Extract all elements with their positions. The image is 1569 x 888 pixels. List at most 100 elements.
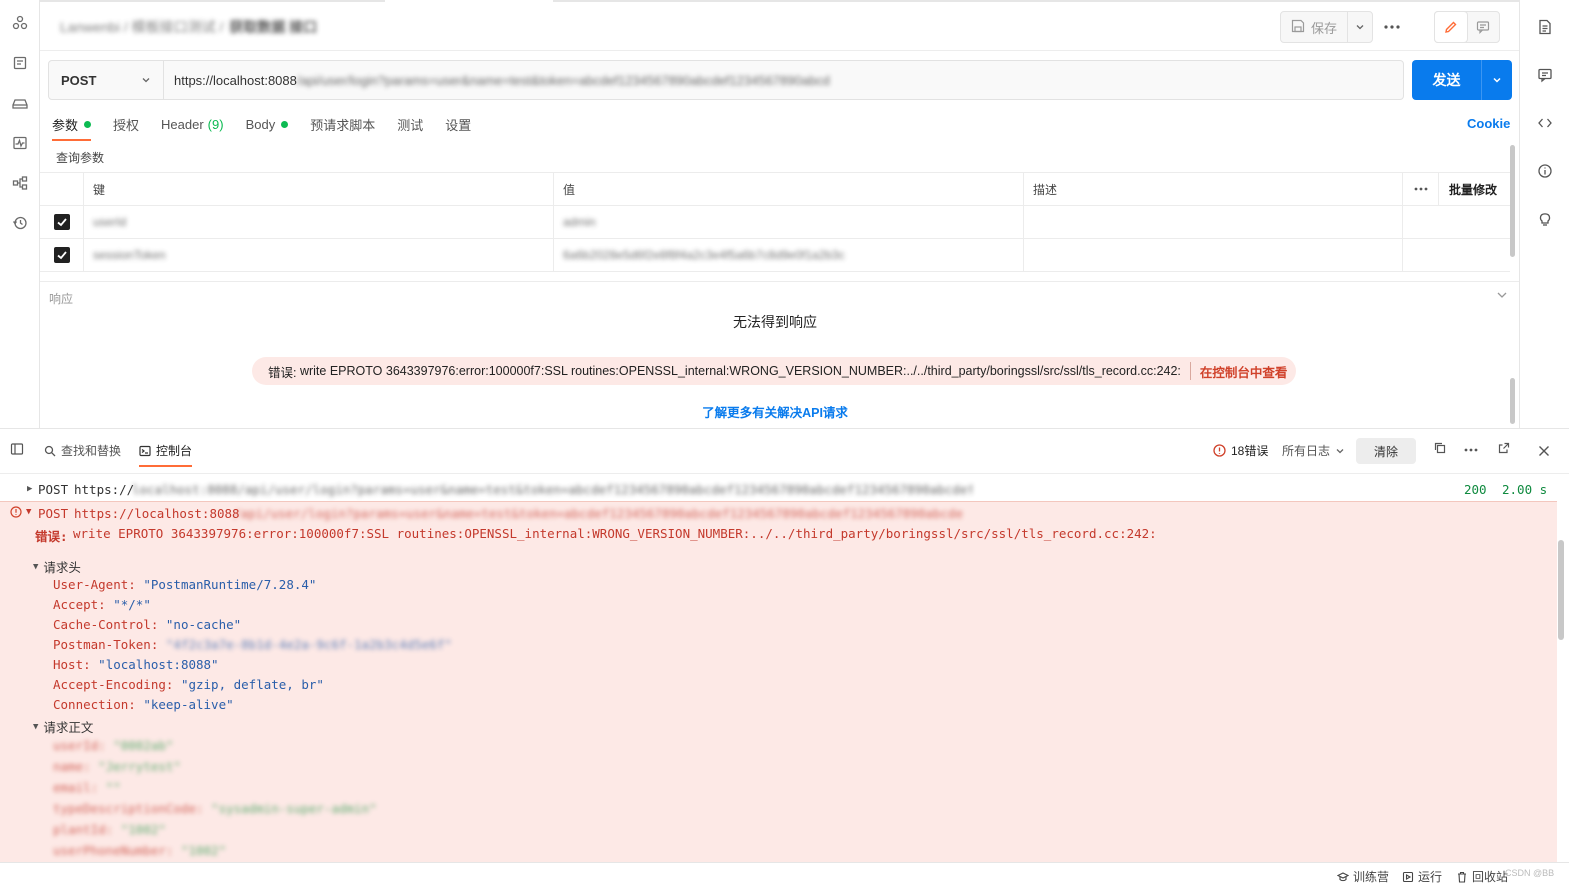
expand-arrow-icon[interactable]: ▶ xyxy=(27,484,32,494)
table-row: sessionToken 6a6b2028e5d6f2e8f8f4a2c3e4f… xyxy=(40,239,1510,272)
url-input[interactable]: https://localhost:8088/api/user/login?pa… xyxy=(164,61,1403,99)
more-options-button[interactable] xyxy=(1380,17,1404,37)
console-scrollbar[interactable] xyxy=(1558,540,1564,640)
breadcrumb: Lanwenbi / 模板接口测试 / 获取数据 接口 xyxy=(60,17,317,37)
chevron-down-icon xyxy=(142,78,150,83)
param-description-cell[interactable] xyxy=(1024,239,1403,271)
tab-params-label: 参数 xyxy=(52,117,79,133)
pencil-icon xyxy=(1445,21,1457,33)
runner-button[interactable]: 运行 xyxy=(1402,868,1442,885)
save-button-group: 保存 xyxy=(1280,11,1374,43)
body-line: name: "Jerrytest" xyxy=(53,759,181,774)
apis-icon[interactable] xyxy=(10,53,30,73)
log-method: POST xyxy=(38,506,69,521)
request-tabs: 参数 授权 Header (9) Body 预请求脚本 测试 设置 xyxy=(52,114,471,141)
cookies-link[interactable]: Cookie xyxy=(1467,116,1510,131)
request-name[interactable]: 获取数据 接口 xyxy=(229,19,317,35)
copy-button[interactable] xyxy=(1434,442,1446,454)
tab-headers[interactable]: Header (9) xyxy=(161,114,224,134)
tab-settings[interactable]: 设置 xyxy=(445,114,471,134)
param-key: sessionToken xyxy=(93,248,166,262)
ellipsis-icon xyxy=(1414,187,1427,191)
breadcrumb-path[interactable]: Lanwenbi / 模板接口测试 / xyxy=(60,19,223,35)
param-value: 6a6b2028e5d6f2e8f8f4a2c3e4f5a6b7c8d9e0f1… xyxy=(563,248,845,262)
comments-icon[interactable] xyxy=(1535,65,1555,85)
params-header-row: 键 值 描述 批量修改 xyxy=(40,172,1510,206)
find-replace-tab[interactable]: 查找和替换 xyxy=(44,442,121,459)
console-tab[interactable]: 控制台 xyxy=(139,442,193,467)
learn-more-link[interactable]: 了解更多有关解决API请求 xyxy=(40,402,1510,421)
copy-icon xyxy=(1434,442,1446,454)
console-log: ▶ POST https:// localhost:8088/api/user/… xyxy=(0,475,1557,863)
tab-headers-label: Header xyxy=(161,116,204,132)
close-console-button[interactable] xyxy=(1538,445,1550,457)
column-key: 键 xyxy=(84,173,554,205)
response-scrollbar[interactable] xyxy=(1510,378,1515,424)
method-select[interactable]: POST xyxy=(49,61,164,99)
body-line: plantId: "1002" xyxy=(53,822,166,837)
bootcamp-icon xyxy=(1337,871,1349,881)
console-toolbar: 查找和替换 控制台 18错误 所有日志 清除 xyxy=(0,428,1569,474)
error-icon xyxy=(10,506,22,521)
error-count-badge[interactable]: 18错误 xyxy=(1213,442,1268,459)
request-header: Lanwenbi / 模板接口测试 / 获取数据 接口 保存 xyxy=(40,3,1519,51)
view-in-console-link[interactable]: 在控制台中查看 xyxy=(1200,362,1288,381)
log-entry[interactable]: ▶ POST https:// localhost:8088/api/user/… xyxy=(0,477,1557,501)
toggle-sidebar-button[interactable] xyxy=(10,442,24,456)
status-bar: 训练营 运行 回收站 CSDN @BB xyxy=(0,862,1569,888)
tab-prerequest-script[interactable]: 预请求脚本 xyxy=(310,114,375,134)
column-options-button[interactable] xyxy=(1403,173,1439,205)
save-label: 保存 xyxy=(1311,20,1338,36)
clear-console-button[interactable]: 清除 xyxy=(1356,438,1416,464)
save-options-button[interactable] xyxy=(1348,12,1372,42)
comment-mode-button[interactable] xyxy=(1467,12,1499,42)
tab-auth[interactable]: 授权 xyxy=(113,114,139,134)
flows-icon[interactable] xyxy=(10,173,30,193)
bootcamp-button[interactable]: 训练营 xyxy=(1337,868,1389,885)
method-label: POST xyxy=(61,72,97,88)
param-value-cell[interactable]: admin xyxy=(554,206,1024,238)
tab-params[interactable]: 参数 xyxy=(52,114,92,141)
params-scrollbar[interactable] xyxy=(1510,145,1515,257)
save-button[interactable]: 保存 xyxy=(1281,12,1349,42)
history-icon[interactable] xyxy=(10,213,30,233)
monitors-icon[interactable] xyxy=(10,133,30,153)
response-heading: 响应 xyxy=(49,292,74,306)
tab-body[interactable]: Body xyxy=(246,114,289,134)
pop-out-button[interactable] xyxy=(1498,442,1510,454)
checkmark-icon xyxy=(56,218,67,227)
edit-mode-button[interactable] xyxy=(1435,12,1467,42)
params-table: 键 值 描述 批量修改 userId admin sessionToken 6a… xyxy=(40,172,1510,272)
info-icon[interactable] xyxy=(1535,161,1555,181)
chevron-down-icon xyxy=(1336,448,1344,453)
row-checkbox[interactable] xyxy=(53,214,70,230)
lightbulb-icon[interactable] xyxy=(1535,209,1555,229)
console-more-button[interactable] xyxy=(1464,448,1478,452)
param-key-cell[interactable]: userId xyxy=(84,206,554,238)
tab-tests[interactable]: 测试 xyxy=(397,114,423,134)
trash-label: 回收站 xyxy=(1472,870,1509,884)
collapse-arrow-icon[interactable]: ▼ xyxy=(26,507,31,517)
query-params-heading: 查询参数 xyxy=(56,151,105,165)
log-level-select[interactable]: 所有日志 xyxy=(1282,442,1345,459)
documentation-icon[interactable] xyxy=(1535,17,1555,37)
chevron-down-icon xyxy=(1356,25,1364,30)
param-key-cell[interactable]: sessionToken xyxy=(84,239,554,271)
environments-icon[interactable] xyxy=(10,93,30,113)
send-options-button[interactable] xyxy=(1482,60,1512,100)
header-line: Accept-Encoding: "gzip, deflate, br" xyxy=(53,677,324,692)
right-sidebar xyxy=(1519,0,1569,428)
trash-button[interactable]: 回收站 xyxy=(1456,868,1508,885)
param-description-cell[interactable] xyxy=(1024,206,1403,238)
param-value-cell[interactable]: 6a6b2028e5d6f2e8f8f4a2c3e4f5a6b7c8d9e0f1… xyxy=(554,239,1024,271)
request-headers-section[interactable]: ▼ 请求头 xyxy=(33,557,81,576)
log-url-host: https:// xyxy=(74,481,135,497)
code-icon[interactable] xyxy=(1535,113,1555,133)
row-checkbox[interactable] xyxy=(53,247,70,263)
bulk-edit-button[interactable]: 批量修改 xyxy=(1439,173,1510,205)
collections-icon[interactable] xyxy=(10,13,30,33)
collapse-response-button[interactable] xyxy=(1496,289,1508,304)
error-log-entry[interactable]: ▼ POST https://localhost:8088 /api/user/… xyxy=(0,501,1557,863)
request-body-section[interactable]: ▼ 请求正文 xyxy=(33,717,93,736)
send-button[interactable]: 发送 xyxy=(1412,60,1482,100)
